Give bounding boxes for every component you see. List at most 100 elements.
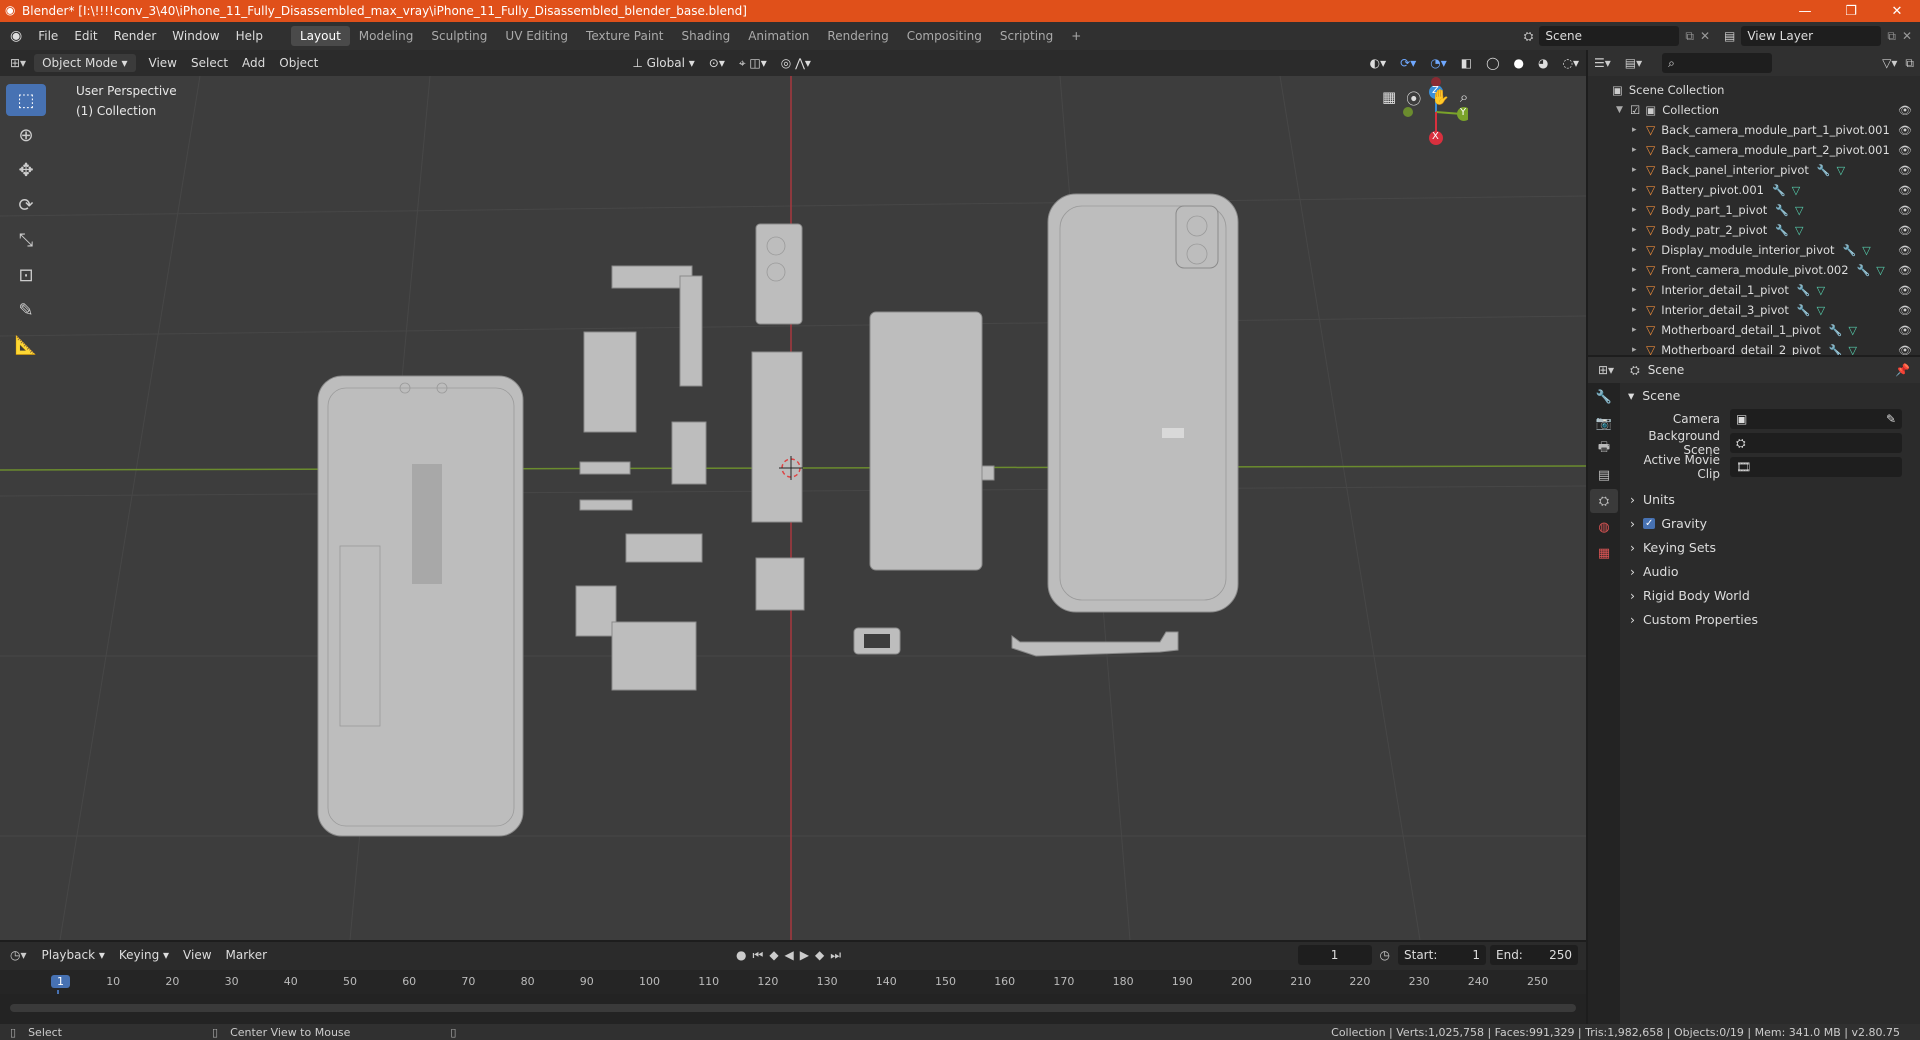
expand-arrow-icon[interactable]: ▸ [1632,325,1646,335]
menu-window[interactable]: Window [164,29,227,43]
marker-menu[interactable]: Marker [219,946,274,964]
expand-arrow-icon[interactable]: ▼ [1616,105,1630,115]
visibility-eye-icon[interactable]: 👁 [1898,124,1912,137]
expand-arrow-icon[interactable]: ▸ [1632,145,1646,155]
expand-arrow-icon[interactable]: ▸ [1632,305,1646,315]
tab-shading[interactable]: Shading [672,26,739,46]
panel-units[interactable]: › Units [1620,487,1920,511]
play-icon[interactable]: ▶ [800,948,815,962]
tab-texture-paint[interactable]: Texture Paint [577,26,672,46]
back-body-part[interactable] [1047,193,1239,613]
timeline-scrollbar[interactable] [10,1004,1576,1012]
sim-tray-part[interactable] [853,627,901,655]
outliner-item[interactable]: ▸ ▽ Display_module_interior_pivot 🔧 ▽ 👁 [1588,240,1920,260]
expand-arrow-icon[interactable]: ▸ [1632,265,1646,275]
tree-collection[interactable]: ▼ ☑ ▣ Collection 👁 [1588,100,1920,120]
menu-help[interactable]: Help [228,29,271,43]
menu-render[interactable]: Render [106,29,165,43]
new-collection-icon[interactable]: ⧉ [1905,56,1914,71]
expand-arrow-icon[interactable]: ▸ [1632,285,1646,295]
visibility-eye-icon[interactable]: 👁 [1898,244,1912,257]
3d-viewport[interactable]: User Perspective (1) Collection Z Y X ▦ … [0,76,1586,940]
snap-icon[interactable]: ⌖ ◫▾ [732,54,774,73]
clock-icon[interactable]: ◷ [1380,948,1390,962]
measure-tool-icon[interactable]: 📐 [6,329,46,361]
active-movie-clip-field[interactable]: 🎞 [1730,457,1902,477]
timeline-area[interactable] [0,994,1586,1024]
scale-tool-icon[interactable]: ⤡ [6,224,46,256]
keying-menu[interactable]: Keying ▾ [112,946,176,964]
motherboard-part[interactable] [751,223,805,611]
expand-arrow-icon[interactable]: ▸ [1632,345,1646,355]
next-keyframe-icon[interactable]: ◆ [815,948,830,962]
scene-icon[interactable]: ⛭ [1524,29,1534,44]
menu-select[interactable]: Select [184,54,235,72]
panel-custom-properties[interactable]: › Custom Properties [1620,607,1920,631]
view-layer-field[interactable]: View Layer [1741,26,1882,46]
outliner-item[interactable]: ▸ ▽ Body_part_1_pivot 🔧 ▽ 👁 [1588,200,1920,220]
maximize-button[interactable]: ❐ [1828,4,1874,19]
material-shading-icon[interactable]: ◕ [1531,54,1555,72]
outliner-item[interactable]: ▸ ▽ Back_camera_module_part_1_pivot.001 👁 [1588,120,1920,140]
zoom-icon[interactable]: ⌕ [1460,88,1468,109]
scene-panel-header[interactable]: ▾ Scene [1620,383,1920,407]
pan-hand-icon[interactable]: ✋ [1431,88,1450,109]
tab-rendering[interactable]: Rendering [818,26,897,46]
tab-modeling[interactable]: Modeling [350,26,423,46]
scene-field[interactable]: Scene [1539,26,1680,46]
outliner-item[interactable]: ▸ ▽ Front_camera_module_pivot.002 🔧 ▽ 👁 [1588,260,1920,280]
output-tab-icon[interactable]: 🖶 [1590,437,1618,461]
eyedropper-icon[interactable]: ✎ [1886,412,1896,426]
editor-type-icon[interactable]: ⊞▾ [10,56,26,70]
toggle-grid-icon[interactable]: ▦ [1382,88,1396,109]
visibility-eye-icon[interactable]: 👁 [1898,284,1912,297]
overlay-toggle-icon[interactable]: ◔▾ [1423,54,1454,72]
jump-start-icon[interactable]: ⏮ [753,948,770,962]
expand-arrow-icon[interactable]: ▸ [1632,185,1646,195]
outliner-item[interactable]: ▸ ▽ Back_panel_interior_pivot 🔧 ▽ 👁 [1588,160,1920,180]
visibility-eye-icon[interactable]: 👁 [1898,184,1912,197]
properties-editor-type-icon[interactable]: ⊞▾ [1598,363,1614,377]
visibility-eye-icon[interactable]: 👁 [1898,104,1912,117]
tab-scripting[interactable]: Scripting [991,26,1062,46]
expand-arrow-icon[interactable]: ▸ [1632,205,1646,215]
outliner-search-input[interactable]: ⌕ [1662,53,1773,73]
expand-arrow-icon[interactable]: ▸ [1632,225,1646,235]
texture-tab-icon[interactable]: ▦ [1590,541,1618,565]
gravity-checkbox[interactable]: ✓ [1642,517,1656,529]
start-frame-field[interactable]: Start: 1 [1398,945,1486,965]
tab-animation[interactable]: Animation [739,26,818,46]
scene-new-icon[interactable]: ⧉ [1685,29,1694,44]
frame-ruler[interactable]: 1 10 20 30 40 50 60 70 80 90 100 110 120 130 140 150 160… [0,970,1586,1024]
background-scene-field[interactable]: ⛭ [1730,433,1902,453]
prev-keyframe-icon[interactable]: ◆ [769,948,784,962]
expand-arrow-icon[interactable]: ▸ [1632,165,1646,175]
outliner-editor-type-icon[interactable]: ☰▾ [1594,56,1611,70]
panel-audio[interactable]: › Audio [1620,559,1920,583]
current-frame-field[interactable]: 1 [1297,945,1372,965]
world-tab-icon[interactable]: ◍ [1590,515,1618,539]
minimize-button[interactable]: — [1782,4,1828,19]
view-layer-icon[interactable]: ▤ [1724,29,1735,43]
tab-sculpting[interactable]: Sculpting [422,26,496,46]
playback-menu[interactable]: Playback ▾ [35,946,112,964]
current-frame-marker[interactable]: 1 [51,975,70,988]
transform-tool-icon[interactable]: ⊡ [6,259,46,291]
small-components[interactable] [575,265,707,691]
filter-icon[interactable]: ▽▾ [1882,56,1897,70]
close-button[interactable]: ✕ [1874,4,1920,19]
outliner-item[interactable]: ▸ ▽ Interior_detail_1_pivot 🔧 ▽ 👁 [1588,280,1920,300]
annotate-tool-icon[interactable]: ✎ [6,294,46,326]
view-layer-remove-icon[interactable]: ✕ [1902,29,1912,43]
timeline-editor-type-icon[interactable]: ◷▾ [10,948,27,962]
visibility-eye-icon[interactable]: 👁 [1898,224,1912,237]
pivot-icon[interactable]: ⊙▾ [702,54,732,72]
visibility-eye-icon[interactable]: 👁 [1898,304,1912,317]
expand-arrow-icon[interactable]: ▸ [1632,125,1646,135]
rendered-shading-icon[interactable]: ◌▾ [1556,54,1587,72]
outliner-item[interactable]: ▸ ▽ Battery_pivot.001 🔧 ▽ 👁 [1588,180,1920,200]
camera-field[interactable]: ▣ ✎ [1730,409,1902,429]
view-layer-tab-icon[interactable]: ▤ [1590,463,1618,487]
scene-remove-icon[interactable]: ✕ [1700,29,1710,43]
outliner-item[interactable]: ▸ ▽ Motherboard_detail_1_pivot 🔧 ▽ 👁 [1588,320,1920,340]
